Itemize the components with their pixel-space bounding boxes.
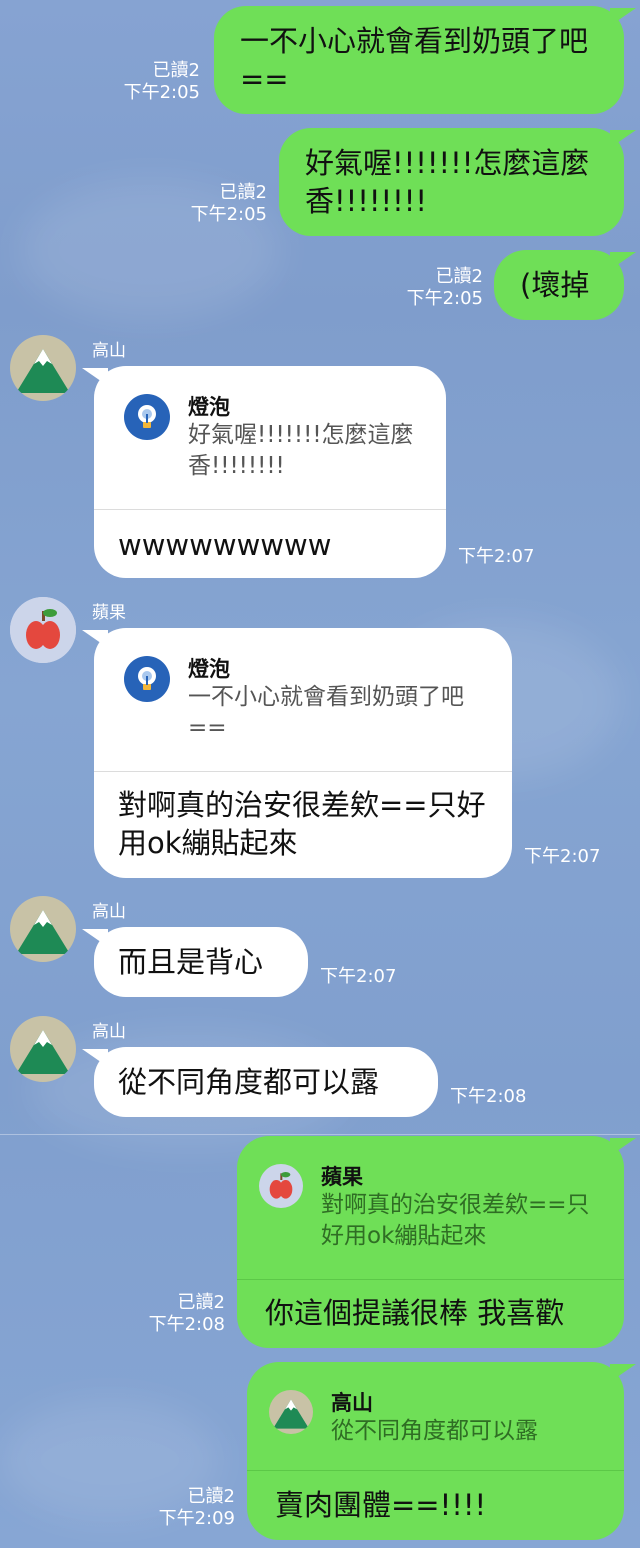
message-bubble[interactable]: 從不同角度都可以露 bbox=[82, 1047, 438, 1117]
message-text: 對啊真的治安很差欸==只好用ok繃貼起來 bbox=[118, 788, 486, 860]
message-bubble[interactable]: (壞掉 bbox=[494, 250, 636, 320]
message-text: 賣肉團體==!!!! bbox=[275, 1488, 487, 1522]
message-time: 下午2:07 bbox=[458, 546, 535, 567]
lightbulb-avatar-icon bbox=[124, 394, 170, 440]
message-meta: 已讀2 下午2:08 bbox=[149, 1292, 225, 1336]
message-time: 下午2:07 bbox=[524, 846, 601, 867]
reply-quote-text: 好氣喔!!!!!!!怎麼這麼香!!!!!!!! bbox=[188, 422, 414, 479]
read-receipt: 已讀2 bbox=[219, 182, 267, 203]
read-receipt: 已讀2 bbox=[435, 266, 483, 287]
read-receipt: 已讀2 bbox=[177, 1292, 225, 1313]
apple-avatar-icon[interactable] bbox=[10, 597, 76, 663]
message-text: 你這個提議很棒 我喜歡 bbox=[265, 1296, 565, 1330]
message-bubble[interactable]: 好氣喔!!!!!!!怎麼這麼香!!!!!!!! bbox=[279, 128, 636, 236]
message-time: 下午2:08 bbox=[450, 1086, 527, 1107]
reply-divider bbox=[237, 1279, 624, 1280]
read-receipt: 已讀2 bbox=[152, 60, 200, 81]
message-time: 下午2:05 bbox=[190, 204, 267, 225]
message-text: 一不小心就會看到奶頭了吧== bbox=[240, 24, 589, 96]
reply-message-bubble[interactable]: 燈泡 一不小心就會看到奶頭了吧== 對啊真的治安很差欸==只好用ok繃貼起來 bbox=[82, 628, 512, 878]
sender-name: 高山 bbox=[92, 341, 126, 361]
reply-divider bbox=[94, 771, 512, 772]
sender-name: 高山 bbox=[92, 902, 126, 922]
mountain-avatar-icon[interactable] bbox=[10, 1016, 76, 1082]
apple-avatar-icon bbox=[259, 1164, 303, 1208]
message-time: 下午2:07 bbox=[320, 966, 397, 987]
mountain-avatar-icon bbox=[269, 1390, 313, 1434]
reply-quote-text: 從不同角度都可以露 bbox=[331, 1418, 538, 1444]
sender-name: 蘋果 bbox=[92, 603, 126, 623]
reply-divider bbox=[247, 1470, 624, 1471]
reply-message-bubble[interactable]: 高山 從不同角度都可以露 賣肉團體==!!!! bbox=[247, 1362, 636, 1540]
sender-name: 高山 bbox=[92, 1022, 126, 1042]
message-time: 下午2:05 bbox=[123, 82, 200, 103]
message-text: 好氣喔!!!!!!!怎麼這麼香!!!!!!!! bbox=[305, 146, 590, 218]
reply-divider bbox=[94, 509, 446, 510]
message-meta: 已讀2 下午2:05 bbox=[124, 60, 200, 104]
message-text: (壞掉 bbox=[520, 268, 590, 302]
message-time: 下午2:08 bbox=[148, 1314, 225, 1335]
message-bubble[interactable]: 而且是背心 bbox=[82, 927, 308, 997]
lightbulb-avatar-icon bbox=[124, 656, 170, 702]
mountain-avatar-icon[interactable] bbox=[10, 896, 76, 962]
message-text: 從不同角度都可以露 bbox=[118, 1065, 380, 1099]
unread-divider bbox=[0, 1134, 640, 1135]
message-bubble[interactable]: 一不小心就會看到奶頭了吧== bbox=[214, 6, 636, 114]
message-meta: 已讀2 下午2:05 bbox=[407, 266, 483, 310]
message-time: 下午2:09 bbox=[158, 1508, 235, 1529]
reply-message-bubble[interactable]: 燈泡 好氣喔!!!!!!!怎麼這麼香!!!!!!!! wwwwwwwww bbox=[82, 366, 446, 578]
message-meta: 已讀2 下午2:09 bbox=[159, 1486, 235, 1530]
reply-quote-text: 對啊真的治安很差欸==只好用ok繃貼起來 bbox=[321, 1192, 590, 1249]
read-receipt: 已讀2 bbox=[187, 1486, 235, 1507]
reply-quote-text: 一不小心就會看到奶頭了吧== bbox=[188, 684, 464, 741]
message-text: wwwwwwwww bbox=[118, 528, 332, 562]
message-text: 而且是背心 bbox=[118, 945, 264, 979]
message-time: 下午2:05 bbox=[406, 288, 483, 309]
reply-message-bubble[interactable]: 蘋果 對啊真的治安很差欸==只好用ok繃貼起來 你這個提議很棒 我喜歡 bbox=[237, 1136, 636, 1348]
message-meta: 已讀2 下午2:05 bbox=[191, 182, 267, 226]
mountain-avatar-icon[interactable] bbox=[10, 335, 76, 401]
